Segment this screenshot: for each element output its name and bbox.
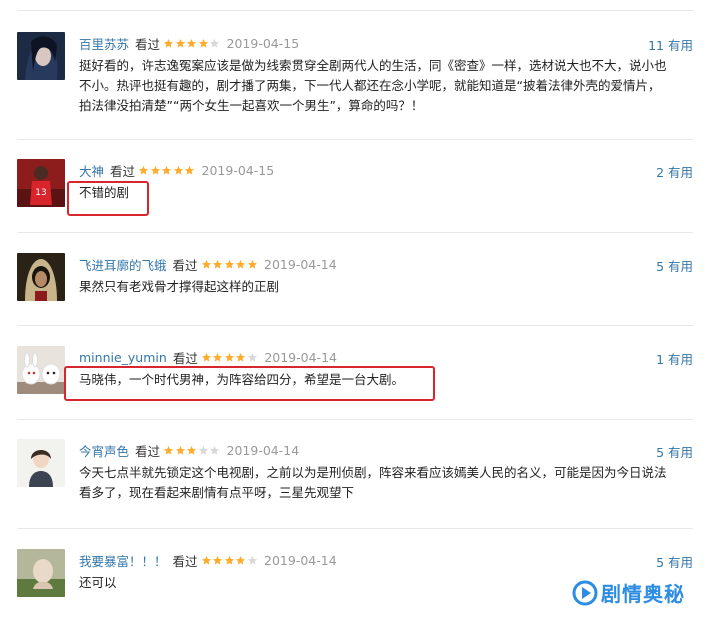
comment-item: 飞进耳廓的飞蛾 看过 2019-04-14 5 有用 果然只有老戏骨才撑得起这样… (17, 253, 693, 326)
star-filled-icon (224, 352, 234, 362)
avatar[interactable]: 13 (17, 159, 65, 207)
rating-stars (163, 38, 221, 49)
comment-item: 百里苏苏 看过 2019-04-15 11 有用 挺好看的，许志逸冤案应该是做为… (17, 32, 693, 140)
watch-status: 看过 (172, 257, 198, 273)
comment-meta: 今宵声色 看过 2019-04-14 (79, 441, 300, 460)
useful-count-button[interactable]: 5 有用 (656, 552, 693, 571)
star-filled-icon (236, 352, 246, 362)
avatar[interactable] (17, 346, 65, 394)
rating-stars (163, 445, 221, 456)
comment-text: 果然只有老戏骨才撑得起这样的正剧 (79, 277, 693, 297)
star-filled-icon (224, 555, 234, 565)
comment-date: 2019-04-15 (201, 162, 275, 178)
comment-text: 不错的剧 (79, 183, 693, 203)
comment-date: 2019-04-14 (264, 256, 337, 272)
star-filled-icon (184, 165, 195, 175)
star-filled-icon (175, 445, 185, 455)
divider (17, 325, 693, 326)
useful-count-button[interactable]: 11 有用 (648, 35, 693, 54)
avatar[interactable] (17, 32, 65, 80)
rating-stars (201, 352, 259, 363)
watermark-logo: 剧情奥秘 (572, 578, 685, 607)
comment-item: 今宵声色 看过 2019-04-14 5 有用 今天七点半就先锁定这个电视剧，之… (17, 439, 693, 529)
username-link[interactable]: 今宵声色 (79, 441, 129, 460)
star-empty-icon (198, 445, 208, 455)
star-empty-icon (247, 352, 257, 362)
divider (17, 232, 693, 233)
rating-stars (201, 555, 259, 566)
watermark-text: 剧情奥秘 (601, 582, 685, 606)
star-filled-icon (175, 38, 185, 48)
useful-count-button[interactable]: 5 有用 (656, 442, 693, 461)
star-filled-icon (201, 555, 211, 565)
watch-status: 看过 (172, 553, 198, 569)
avatar[interactable] (17, 253, 65, 301)
watch-status: 看过 (135, 443, 161, 459)
rating-stars (138, 165, 196, 176)
username-link[interactable]: 飞进耳廓的飞蛾 (79, 255, 167, 274)
star-filled-icon (201, 259, 211, 269)
username-link[interactable]: minnie_yumin (79, 350, 167, 365)
divider (17, 419, 693, 420)
top-divider (17, 10, 693, 11)
comment-meta: 我要暴富！！！ 看过 2019-04-14 (79, 551, 337, 570)
star-empty-icon (209, 445, 220, 455)
star-filled-icon (186, 445, 197, 455)
username-link[interactable]: 我要暴富！！！ (79, 551, 167, 570)
star-empty-icon (247, 555, 257, 565)
star-filled-icon (224, 259, 234, 269)
rating-stars (201, 259, 259, 270)
highlight-box (67, 181, 149, 216)
watch-status: 看过 (172, 350, 198, 366)
username-link[interactable]: 百里苏苏 (79, 34, 129, 53)
star-filled-icon (163, 38, 174, 48)
star-filled-icon (138, 165, 149, 175)
star-filled-icon (212, 259, 223, 269)
play-logo-icon (572, 580, 598, 605)
comment-meta: 百里苏苏 看过 2019-04-15 (79, 34, 300, 53)
comment-date: 2019-04-14 (226, 442, 300, 458)
comment-date: 2019-04-14 (264, 349, 337, 365)
comment-date: 2019-04-14 (264, 552, 337, 568)
star-filled-icon (213, 352, 223, 362)
star-filled-icon (201, 352, 211, 362)
watch-status: 看过 (135, 36, 161, 52)
useful-count-button[interactable]: 1 有用 (656, 349, 693, 368)
divider (17, 528, 693, 529)
svg-text:13: 13 (35, 188, 46, 198)
comment-meta: 飞进耳廓的飞蛾 看过 2019-04-14 (79, 255, 337, 274)
divider (17, 139, 693, 140)
star-filled-icon (186, 38, 197, 48)
comment-meta: minnie_yumin 看过 2019-04-14 (79, 349, 337, 366)
useful-count-button[interactable]: 2 有用 (656, 162, 693, 181)
comment-line: 挺好看的，许志逸冤案应该是做为线索贯穿全剧两代人的生活，同《密查》一样，选材说大… (79, 58, 667, 73)
watch-status: 看过 (110, 163, 136, 179)
avatar[interactable] (17, 439, 65, 487)
star-filled-icon (173, 165, 183, 175)
star-filled-icon (235, 259, 246, 269)
comment-meta: 大神 看过 2019-04-15 (79, 161, 275, 180)
comment-text: 挺好看的，许志逸冤案应该是做为线索贯穿全剧两代人的生活，同《密查》一样，选材说大… (79, 56, 693, 116)
star-filled-icon (198, 38, 208, 48)
avatar[interactable] (17, 549, 65, 597)
comment-line: 不错的剧 (79, 185, 130, 200)
comment-line: 今天七点半就先锁定这个电视剧，之前以为是刑侦剧，阵容来看应该嫣美人民的名义，可能… (79, 465, 667, 480)
useful-count-button[interactable]: 5 有用 (656, 256, 693, 275)
comment-line: 看多了，现在看起来剧情有点平呀，三星先观望下 (79, 485, 355, 500)
star-filled-icon (247, 259, 257, 269)
comment-line: 拍法律没拍清楚”“两个女生一起喜欢一个男生”，算命的吗？！ (79, 98, 424, 113)
star-empty-icon (209, 38, 220, 48)
star-filled-icon (163, 445, 174, 455)
comment-date: 2019-04-15 (226, 35, 300, 51)
username-link[interactable]: 大神 (79, 161, 104, 180)
star-filled-icon (161, 165, 172, 175)
comment-line: 不小。热评也挺有趣的，剧才播了两集，下一代人都还在念小学呢，就能知道是“披着法律… (79, 78, 661, 93)
star-filled-icon (150, 165, 160, 175)
star-filled-icon (235, 555, 246, 565)
highlight-box (64, 366, 435, 401)
star-filled-icon (212, 555, 223, 565)
comment-text: 今天七点半就先锁定这个电视剧，之前以为是刑侦剧，阵容来看应该嫣美人民的名义，可能… (79, 463, 693, 503)
comment-line: 果然只有老戏骨才撑得起这样的正剧 (79, 279, 280, 294)
